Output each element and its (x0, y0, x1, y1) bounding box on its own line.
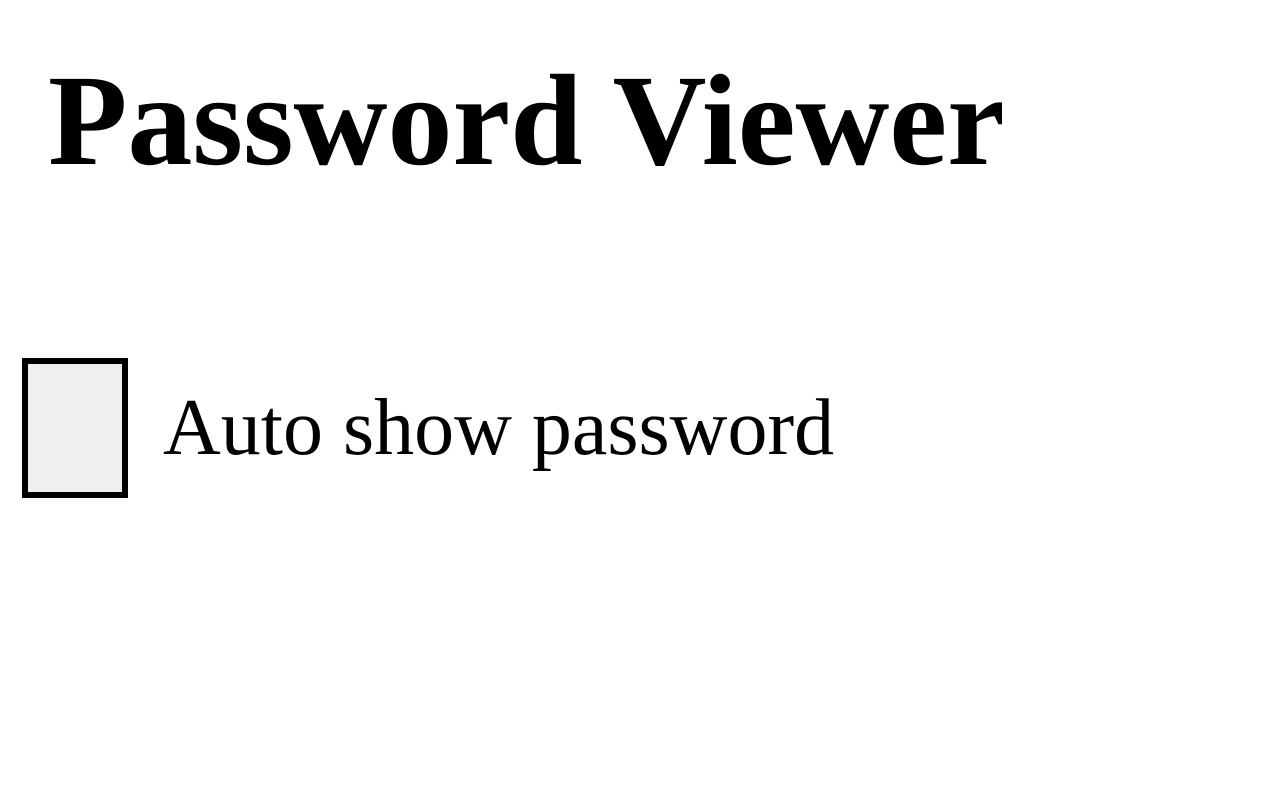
auto-show-password-option: Auto show password (0, 358, 1280, 498)
auto-show-password-label: Auto show password (163, 388, 834, 468)
page-title: Password Viewer (0, 0, 1280, 193)
auto-show-password-checkbox[interactable] (22, 358, 128, 498)
